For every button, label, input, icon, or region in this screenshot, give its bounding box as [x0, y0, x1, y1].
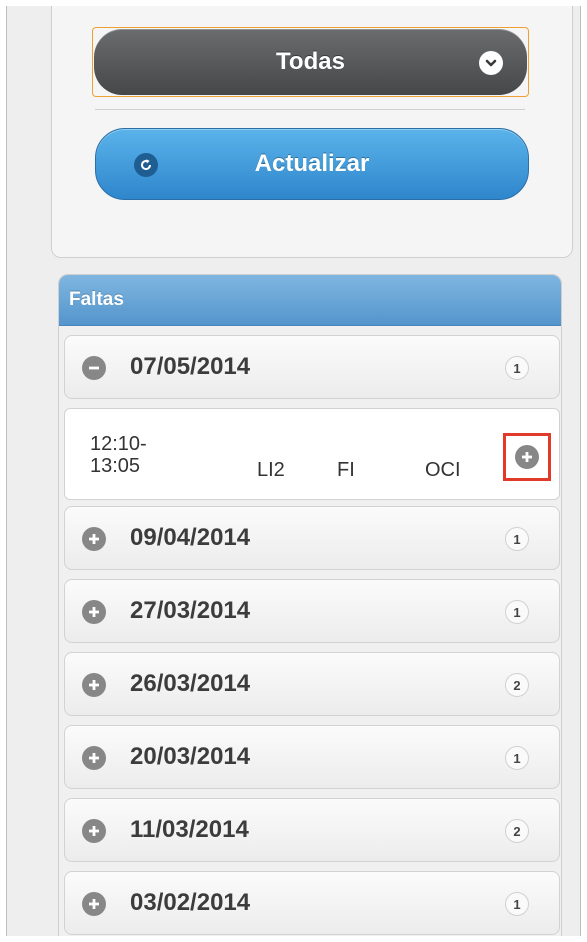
filter-divider: [95, 109, 525, 110]
refresh-label: Actualizar: [254, 150, 370, 177]
plus-icon[interactable]: [82, 819, 106, 843]
absence-group-expanded[interactable]: 07/05/2014 1: [64, 335, 560, 399]
plus-icon[interactable]: [82, 600, 106, 624]
entry-expand-button[interactable]: [503, 433, 551, 481]
filter-select[interactable]: Todas: [92, 27, 529, 97]
count-badge: 1: [505, 600, 529, 624]
absence-group[interactable]: 20/03/2014 1: [64, 725, 560, 789]
absence-group[interactable]: 11/03/2014 2: [64, 798, 560, 862]
absences-title: Faltas: [69, 289, 124, 310]
absence-entry: 12:10-13:05 LI2 FI OCI: [64, 408, 560, 500]
absence-group[interactable]: 03/02/2014 1: [64, 871, 560, 935]
group-date: 03/02/2014: [130, 889, 251, 916]
absences-header: Faltas: [59, 275, 561, 326]
app-frame: Todas Actualizar Faltas 07/05/2014 1 12:…: [6, 6, 581, 936]
group-date: 11/03/2014: [130, 816, 249, 843]
count-badge: 2: [505, 819, 529, 843]
absence-group[interactable]: 09/04/2014 1: [64, 506, 560, 570]
entry-time: 12:10-13:05: [90, 433, 147, 477]
count-badge: 1: [505, 892, 529, 916]
group-date: 20/03/2014: [130, 743, 251, 770]
entry-location: OCI: [425, 459, 461, 481]
group-date: 07/05/2014: [130, 353, 251, 380]
count-badge: 2: [505, 673, 529, 697]
entry-type: FI: [337, 459, 355, 481]
absences-panel: Faltas 07/05/2014 1 12:10-13:05 LI2 FI O…: [58, 274, 562, 936]
group-date: 27/03/2014: [130, 597, 251, 624]
refresh-button[interactable]: Actualizar: [95, 128, 529, 200]
group-date: 26/03/2014: [130, 670, 251, 697]
plus-icon[interactable]: [82, 746, 106, 770]
absence-group[interactable]: 26/03/2014 2: [64, 652, 560, 716]
filter-select-body[interactable]: Todas: [94, 29, 527, 95]
plus-icon[interactable]: [82, 892, 106, 916]
refresh-icon: [134, 153, 158, 177]
absence-group[interactable]: 27/03/2014 1: [64, 579, 560, 643]
count-badge: 1: [505, 356, 529, 380]
chevron-down-icon: [479, 51, 503, 75]
minus-icon[interactable]: [82, 356, 106, 380]
plus-icon[interactable]: [82, 527, 106, 551]
plus-icon[interactable]: [82, 673, 106, 697]
group-date: 09/04/2014: [130, 524, 251, 551]
count-badge: 1: [505, 527, 529, 551]
filter-select-label: Todas: [276, 48, 345, 75]
count-badge: 1: [505, 746, 529, 770]
entry-subject: LI2: [257, 459, 285, 481]
plus-icon: [515, 445, 539, 469]
